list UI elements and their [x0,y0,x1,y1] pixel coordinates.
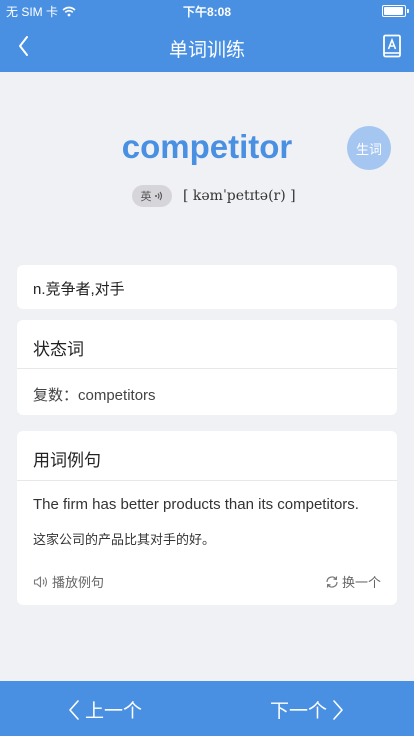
page-title: 单词训练 [168,40,245,61]
pronounce-button[interactable]: 英 [132,185,172,207]
example-card: 用词例句 The firm has better products than i… [17,431,397,605]
divider [17,480,397,481]
word-section: competitor 生词 英 [ kəmˈpetɪtə(r) ] [0,72,414,252]
example-sentence-zh: 这家公司的产品比其对手的好。 [33,532,216,547]
next-word-label: 下一个 [270,701,328,722]
word-forms-card: 状态词 复数：competitors [17,320,397,415]
chevron-right-icon [333,699,343,720]
example-title: 用词例句 [33,451,101,470]
accent-label: 英 [140,191,152,203]
pronunciation-row: 英 [ kəmˈpetɪtə(r) ] [132,185,296,207]
definition-card: n.竞争者,对手 [17,265,397,309]
refresh-icon [326,575,338,588]
prev-word-button[interactable]: 上一个 [67,696,142,723]
example-sentence-en: The firm has better products than its co… [33,496,359,513]
next-word-button[interactable]: 下一个 [270,696,345,723]
chevron-left-icon [69,699,79,720]
sound-wave-icon [154,191,162,201]
play-example-button[interactable]: 播放例句 [33,572,104,591]
speaker-icon [33,575,48,588]
status-time: 下午8:08 [182,5,232,19]
example-actions: 播放例句 换一个 [33,572,381,590]
divider [17,368,397,369]
swap-example-label: 换一个 [341,575,381,590]
bottom-bar: 上一个 下一个 [0,681,414,736]
add-vocab-button[interactable]: 生词 [347,126,391,170]
plural-form: 复数：competitors [33,387,156,404]
definition-text: n.竞争者,对手 [33,281,125,298]
phonetic-text: [ kəmˈpetɪtə(r) ] [183,188,296,204]
swap-example-button[interactable]: 换一个 [325,572,381,591]
status-bar: 无 SIM 卡 下午8:08 [0,0,414,20]
address-book-icon[interactable] [382,34,402,58]
battery-icon [382,5,409,17]
word-forms-title: 状态词 [33,340,84,359]
prev-word-label: 上一个 [85,701,143,722]
nav-bar: 单词训练 [0,20,414,72]
play-example-label: 播放例句 [52,575,105,590]
